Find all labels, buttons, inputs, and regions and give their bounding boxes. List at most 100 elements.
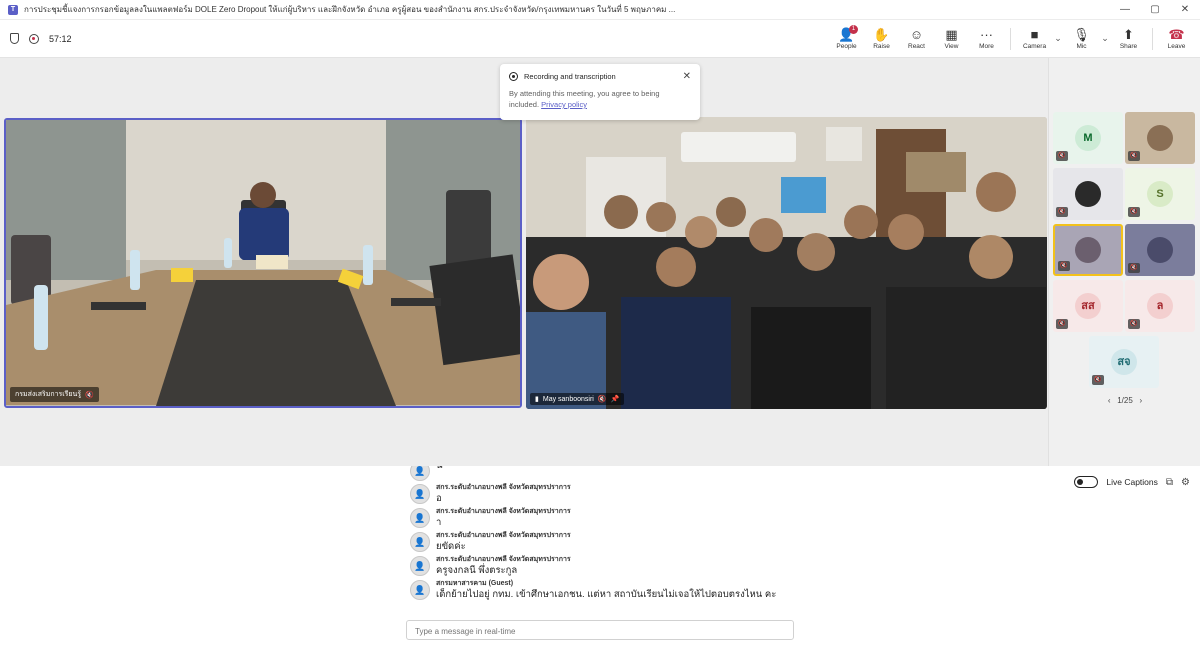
phone-hangup-icon: ☎: [1168, 27, 1185, 42]
avatar: สจ: [1111, 349, 1137, 375]
gear-icon[interactable]: ⚙: [1181, 477, 1190, 488]
gallery-participant-tile[interactable]: สจ 🔇: [1089, 336, 1159, 388]
chat-message: 👤น: [410, 466, 790, 481]
live-captions-toggle[interactable]: [1074, 476, 1099, 488]
gallery-participant-tile[interactable]: 🔇: [1125, 112, 1195, 164]
recording-icon: [509, 72, 518, 81]
mic-muted-icon: 🔇: [1056, 151, 1068, 161]
participant-name-tag: กรมส่งเสริมการเรียนรู้ 🔇: [10, 387, 99, 402]
notice-title: Recording and transcription: [524, 72, 616, 81]
conference-room-video: [6, 120, 520, 406]
chat-sender: สกร.ระดับอำเภอบางพลี จังหวัดสมุทรปราการ: [436, 556, 571, 563]
close-icon[interactable]: ✕: [683, 71, 691, 82]
participant-name-tag: ▮ May sanboonsiri 🔇 📌: [530, 393, 625, 405]
video-stage: กรมส่งเสริมการเรียนรู้ 🔇 ▮ May sanboonsi…: [0, 58, 1048, 466]
mic-muted-icon: 🎙: [1073, 27, 1090, 42]
chat-text: า: [436, 517, 442, 528]
chat-sender: สกร.ระดับอำเภอบางพลี จังหวัดสมุทรปราการ: [436, 532, 571, 539]
teams-app-icon: T: [8, 4, 18, 15]
avatar: [1075, 237, 1101, 263]
chat-message: 👤 สกร.ระดับอำเภอบางพลี จังหวัดสมุทรปราการ…: [410, 531, 790, 553]
chat-message: 👤 สกร.ระดับอำเภอบางพลี จังหวัดสมุทรปราการ…: [410, 483, 790, 505]
chat-message: 👤 สกรมหาสารคาม (Guest) เด็กย้ายไปอยู่ กทม.…: [410, 579, 790, 601]
mic-muted-icon: 🔇: [1092, 375, 1104, 385]
minimize-button[interactable]: —: [1110, 0, 1140, 20]
chat-sender: สกร.ระดับอำเภอบางพลี จังหวัดสมุทรปราการ: [436, 484, 571, 491]
mic-muted-icon: 🔇: [1056, 207, 1068, 217]
pin-icon: 📌: [610, 396, 620, 403]
leave-button[interactable]: ☎ Leave: [1159, 27, 1194, 50]
participant-gallery: M 🔇 🔇 🔇 S 🔇 🔇 🔇 สส 🔇 ล 🔇 สจ 🔇 ‹ 1/25 ›: [1048, 58, 1200, 466]
gallery-participant-tile[interactable]: 🔇: [1053, 224, 1123, 276]
toolbar-separator: [1010, 27, 1011, 50]
shield-icon[interactable]: [10, 33, 19, 44]
captions-language-icon[interactable]: ⧉: [1166, 477, 1173, 488]
avatar: [1147, 125, 1173, 151]
avatar: สส: [1075, 293, 1101, 319]
video-tile-group[interactable]: ▮ May sanboonsiri 🔇 📌: [526, 117, 1047, 409]
gallery-participant-tile[interactable]: สส 🔇: [1053, 280, 1123, 332]
chevron-right-icon[interactable]: ›: [1139, 396, 1142, 405]
maximize-button[interactable]: ▢: [1140, 0, 1170, 20]
avatar: [1075, 181, 1101, 207]
view-icon: ▦: [945, 27, 958, 42]
chat-text: อ: [436, 493, 442, 504]
gallery-participant-tile[interactable]: ล 🔇: [1125, 280, 1195, 332]
camera-button[interactable]: ■ Camera: [1017, 27, 1052, 50]
mic-button[interactable]: 🎙 Mic: [1064, 27, 1099, 50]
chat-message: 👤 สกร.ระดับอำเภอบางพลี จังหวัดสมุทรปราการ…: [410, 507, 790, 529]
meeting-timer: 57:12: [49, 33, 72, 44]
chat-text: น: [436, 466, 443, 472]
chat-text: เด็กย้ายไปอยู่ กทม. เข้าศึกษาเอกชน. แต่ห…: [436, 589, 777, 600]
mic-muted-icon: 🔇: [1128, 263, 1140, 273]
share-icon: ⬆: [1123, 27, 1134, 42]
avatar: S: [1147, 181, 1173, 207]
mic-options-chevron-icon[interactable]: ⌄: [1099, 33, 1111, 44]
gallery-participant-tile[interactable]: S 🔇: [1125, 168, 1195, 220]
message-input[interactable]: [407, 622, 793, 641]
mic-muted-icon: 🔇: [1058, 261, 1070, 271]
notice-body: By attending this meeting, you agree to …: [509, 89, 660, 109]
chat-text: ครูจงกลนี พึ่งตระกูล: [436, 565, 518, 576]
chevron-left-icon[interactable]: ‹: [1108, 396, 1111, 405]
window-title: การประชุมชี้แจงการกรอกข้อมูลลงในแพลตฟอร์…: [24, 5, 676, 14]
person-avatar-icon: 👤: [410, 484, 430, 504]
gallery-participant-tile[interactable]: 🔇: [1053, 168, 1123, 220]
more-button[interactable]: ··· More: [969, 27, 1004, 50]
gallery-participant-tile[interactable]: M 🔇: [1053, 112, 1123, 164]
gallery-pager: ‹ 1/25 ›: [1049, 396, 1200, 405]
raise-button[interactable]: ✋ Raise: [864, 27, 899, 50]
recording-icon: [29, 33, 39, 44]
chat-sender: สกร.ระดับอำเภอบางพลี จังหวัดสมุทรปราการ: [436, 508, 571, 515]
live-chat-panel: 👤น👤สกร.ระดับอำเภอบางพลี จังหวัดสมุทรปราก…: [0, 466, 1200, 646]
chat-text: ยขัดค่ะ: [436, 541, 466, 552]
mic-muted-icon: 🔇: [1056, 319, 1068, 329]
people-button[interactable]: 👤 People 1: [829, 25, 864, 50]
chat-message-list: 👤น👤สกร.ระดับอำเภอบางพลี จังหวัดสมุทรปราก…: [410, 466, 790, 616]
mic-muted-icon: 🔇: [1128, 319, 1140, 329]
person-avatar-icon: 👤: [410, 508, 430, 528]
react-button[interactable]: ☺ React: [899, 27, 934, 50]
avatar: ล: [1147, 293, 1173, 319]
person-avatar-icon: 👤: [410, 556, 430, 576]
share-button[interactable]: ⬆ Share: [1111, 27, 1146, 50]
close-window-button[interactable]: ✕: [1170, 0, 1200, 20]
chat-sender: สกรมหาสารคาม (Guest): [436, 580, 514, 587]
signal-icon: ▮: [535, 396, 539, 403]
view-button[interactable]: ▦ View: [934, 27, 969, 50]
avatar: M: [1075, 125, 1101, 151]
message-composer[interactable]: [406, 620, 794, 641]
window-title-bar: T การประชุมชี้แจงการกรอกข้อมูลลงในแพลตฟอ…: [0, 0, 1200, 20]
mic-muted-icon: 🔇: [597, 396, 607, 403]
camera-options-chevron-icon[interactable]: ⌄: [1052, 33, 1064, 44]
chat-message: 👤 สกร.ระดับอำเภอบางพลี จังหวัดสมุทรปราการ…: [410, 555, 790, 577]
mic-muted-icon: 🔇: [1128, 207, 1140, 217]
gallery-participant-tile[interactable]: 🔇: [1125, 224, 1195, 276]
privacy-policy-link[interactable]: Privacy policy: [541, 100, 587, 109]
notification-badge: 1: [849, 25, 858, 34]
person-avatar-icon: 👤: [410, 580, 430, 600]
camera-icon: ■: [1030, 27, 1039, 42]
video-tile-conference-room[interactable]: กรมส่งเสริมการเรียนรู้ 🔇: [4, 118, 522, 408]
avatar: [1147, 237, 1173, 263]
more-icon: ···: [980, 27, 993, 42]
